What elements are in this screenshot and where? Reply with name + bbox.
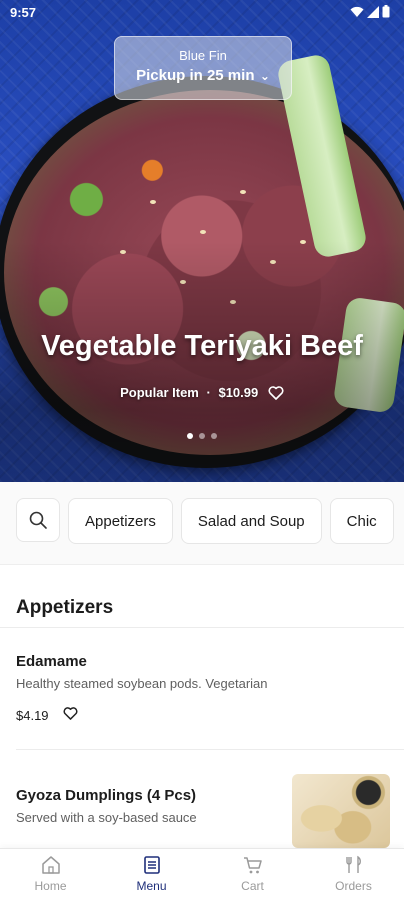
featured-item-price: $10.99 (218, 385, 259, 400)
divider (0, 627, 404, 628)
home-icon (41, 856, 60, 874)
status-time: 9:57 (10, 5, 37, 20)
nav-orders[interactable]: Orders (303, 849, 404, 901)
bottom-nav: Home Menu Cart Orders (0, 848, 404, 901)
menu-item-edamame[interactable]: Edamame Healthy steamed soybean pods. Ve… (16, 653, 404, 723)
popular-badge: Popular Item (120, 385, 199, 400)
battery-icon (382, 5, 390, 18)
nav-label: Orders (335, 879, 372, 893)
menu-item-price: $4.19 (16, 707, 49, 723)
featured-item-title: Vegetable Teriyaki Beef (41, 330, 363, 362)
category-chip-chicken[interactable]: Chic (329, 498, 394, 544)
category-chip-salad-and-soup[interactable]: Salad and Soup (180, 498, 322, 544)
search-button[interactable] (16, 498, 60, 542)
category-row: Appetizers Salad and Soup Chic (16, 498, 394, 544)
menu-icon (143, 856, 160, 874)
nav-cart[interactable]: Cart (202, 849, 303, 901)
featured-item-meta: Popular Item · $10.99 (0, 385, 404, 403)
carousel-indicator[interactable] (0, 426, 404, 444)
status-bar: 9:57 (0, 0, 404, 26)
wifi-icon (350, 6, 364, 17)
pickup-info-button[interactable]: Blue Fin Pickup in 25 min ⌄ (114, 36, 292, 100)
favorite-heart-icon[interactable] (63, 707, 78, 723)
orders-icon (345, 855, 361, 873)
menu-item-price-row: $4.19 (16, 707, 404, 723)
chevron-down-circle-icon: ⌄ (256, 69, 270, 83)
carousel-dot[interactable] (187, 433, 193, 439)
nav-menu[interactable]: Menu (101, 849, 202, 901)
signal-icon (367, 5, 379, 18)
hero-banner[interactable]: 9:57 Blue Fin Pickup in 25 min ⌄ Vegetab… (0, 0, 404, 482)
nav-home[interactable]: Home (0, 849, 101, 901)
favorite-heart-icon[interactable] (268, 386, 284, 403)
section-title: Appetizers (16, 597, 114, 618)
pickup-time: Pickup in 25 min ⌄ (115, 67, 291, 84)
meta-separator: · (206, 385, 211, 400)
divider (16, 749, 404, 750)
search-icon (29, 511, 47, 529)
menu-item-description: Healthy steamed soybean pods. Vegetarian (16, 676, 268, 691)
cart-icon (243, 857, 262, 874)
category-chip-appetizers[interactable]: Appetizers (68, 498, 173, 544)
nav-label: Home (34, 879, 67, 893)
store-name: Blue Fin (179, 48, 227, 63)
carousel-dot[interactable] (211, 433, 217, 439)
pickup-time-label: Pickup in 25 min (136, 67, 255, 84)
nav-label: Menu (136, 879, 167, 893)
menu-item-name: Edamame (16, 653, 87, 670)
category-bar[interactable]: Appetizers Salad and Soup Chic (0, 482, 404, 565)
menu-item-image[interactable] (292, 774, 390, 848)
nav-label: Cart (241, 879, 264, 893)
carousel-dot[interactable] (199, 433, 205, 439)
status-icons (350, 5, 390, 18)
